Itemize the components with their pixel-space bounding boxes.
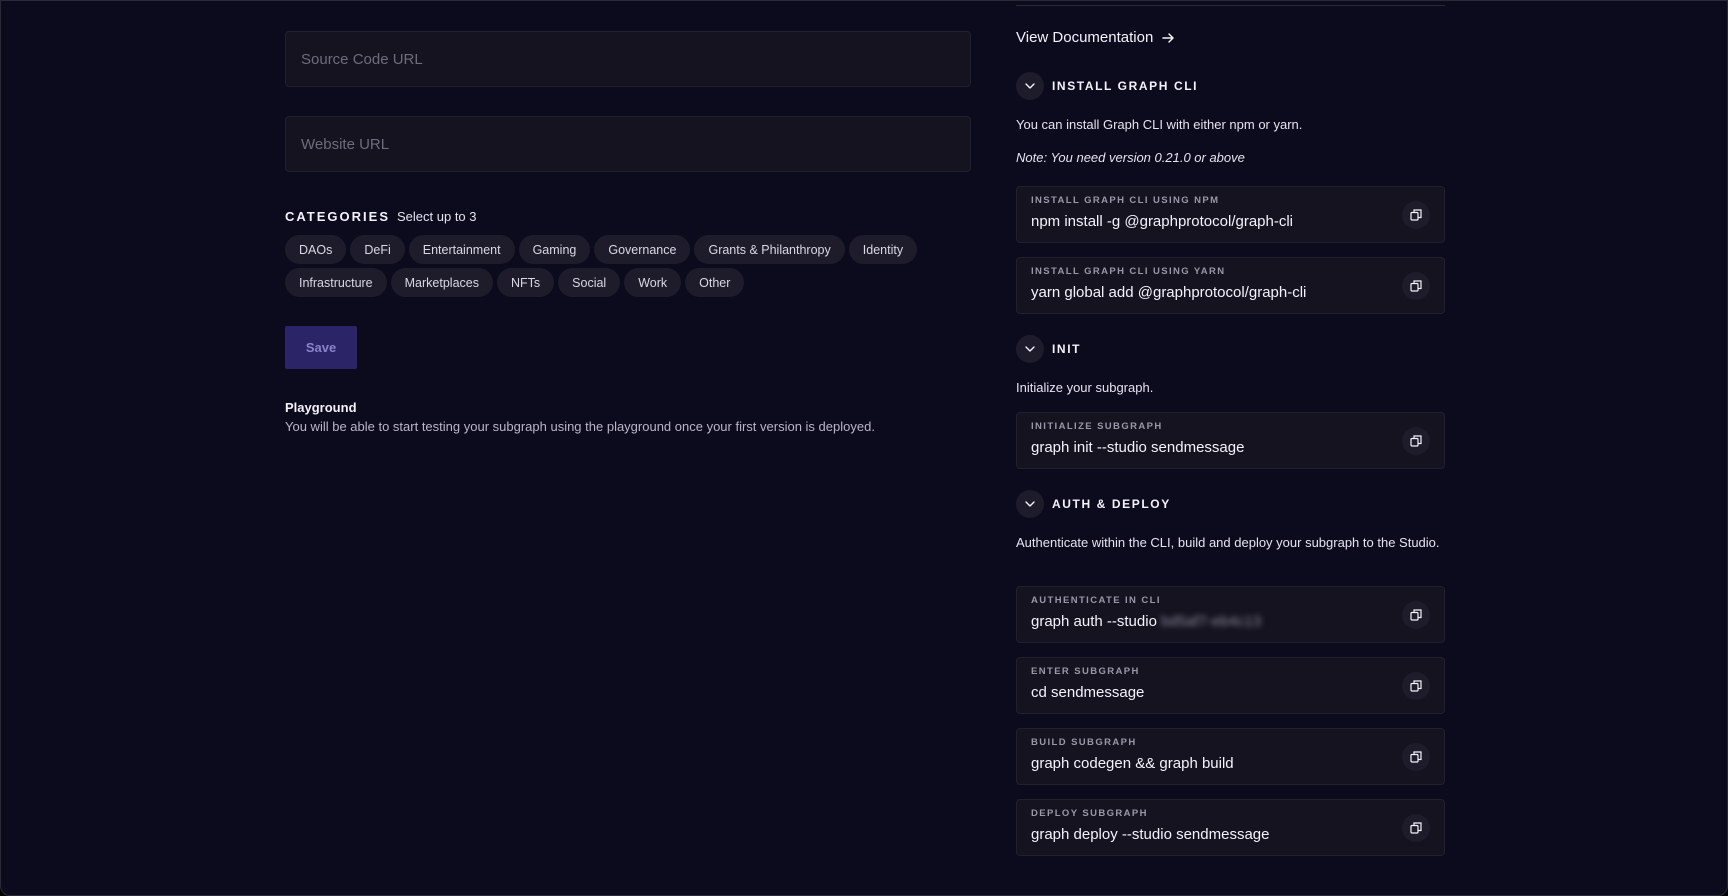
- category-chip-identity[interactable]: Identity: [848, 235, 918, 264]
- command-box-build: BUILD SUBGRAPH graph codegen && graph bu…: [1016, 728, 1445, 785]
- divider: [1016, 5, 1445, 6]
- copy-icon: [1410, 751, 1422, 763]
- install-version-note: Note: You need version 0.21.0 or above: [1016, 150, 1245, 165]
- arrow-right-icon: [1162, 32, 1175, 43]
- app-window: CATEGORIES Select up to 3 DAOs DeFi Ente…: [0, 0, 1728, 896]
- chevron-down-icon: [1025, 83, 1035, 89]
- install-description: You can install Graph CLI with either np…: [1016, 117, 1303, 132]
- category-chip-gaming[interactable]: Gaming: [518, 235, 591, 264]
- view-documentation-label: View Documentation: [1016, 29, 1154, 46]
- deploy-key-redacted: bd5af7-eb4c13: [1161, 613, 1262, 630]
- view-documentation-link[interactable]: View Documentation: [1016, 29, 1175, 46]
- copy-icon: [1410, 822, 1422, 834]
- categories-hint: Select up to 3: [397, 209, 477, 224]
- command-box-auth: AUTHENTICATE IN CLI graph auth --studio …: [1016, 586, 1445, 643]
- copy-icon: [1410, 280, 1422, 292]
- section-title: AUTH & DEPLOY: [1052, 497, 1171, 511]
- command-label: BUILD SUBGRAPH: [1031, 737, 1137, 748]
- copy-button[interactable]: [1402, 201, 1430, 229]
- category-chip-entertainment[interactable]: Entertainment: [408, 235, 515, 264]
- command-box-npm: INSTALL GRAPH CLI USING NPM npm install …: [1016, 186, 1445, 243]
- section-init: INIT: [1016, 335, 1081, 363]
- collapse-init-button[interactable]: [1016, 335, 1044, 363]
- website-url-input[interactable]: [301, 117, 955, 171]
- command-label: ENTER SUBGRAPH: [1031, 666, 1140, 677]
- command-text: graph auth --studio bd5af7-eb4c13: [1031, 613, 1261, 630]
- command-box-yarn: INSTALL GRAPH CLI USING YARN yarn global…: [1016, 257, 1445, 314]
- collapse-install-button[interactable]: [1016, 72, 1044, 100]
- source-code-url-field[interactable]: [285, 31, 971, 87]
- command-label: DEPLOY SUBGRAPH: [1031, 808, 1148, 819]
- auth-command: graph auth --studio: [1031, 613, 1157, 630]
- category-chip-grants-philanthropy[interactable]: Grants & Philanthropy: [694, 235, 845, 264]
- categories-title: CATEGORIES: [285, 209, 390, 224]
- category-chip-defi[interactable]: DeFi: [350, 235, 405, 264]
- copy-button[interactable]: [1402, 814, 1430, 842]
- website-url-field[interactable]: [285, 116, 971, 172]
- copy-button[interactable]: [1402, 427, 1430, 455]
- copy-icon: [1410, 435, 1422, 447]
- category-chip-nfts[interactable]: NFTs: [496, 268, 555, 297]
- section-title: INSTALL GRAPH CLI: [1052, 79, 1199, 93]
- copy-icon: [1410, 209, 1422, 221]
- category-chip-governance[interactable]: Governance: [594, 235, 691, 264]
- chevron-down-icon: [1025, 501, 1035, 507]
- deploy-description: Authenticate within the CLI, build and d…: [1016, 535, 1440, 550]
- category-chip-marketplaces[interactable]: Marketplaces: [390, 268, 493, 297]
- command-label: AUTHENTICATE IN CLI: [1031, 595, 1161, 606]
- command-label: INITIALIZE SUBGRAPH: [1031, 421, 1163, 432]
- section-title: INIT: [1052, 342, 1082, 356]
- command-text: graph init --studio sendmessage: [1031, 439, 1245, 456]
- command-box-deploy: DEPLOY SUBGRAPH graph deploy --studio se…: [1016, 799, 1445, 856]
- categories-header: CATEGORIES Select up to 3: [285, 209, 477, 224]
- command-label: INSTALL GRAPH CLI USING NPM: [1031, 195, 1220, 206]
- command-label: INSTALL GRAPH CLI USING YARN: [1031, 266, 1226, 277]
- command-text: graph codegen && graph build: [1031, 755, 1234, 772]
- chevron-down-icon: [1025, 346, 1035, 352]
- playground-description: You will be able to start testing your s…: [285, 419, 875, 434]
- section-auth-deploy: AUTH & DEPLOY: [1016, 490, 1171, 518]
- save-button[interactable]: Save: [285, 326, 357, 369]
- category-chip-daos[interactable]: DAOs: [285, 235, 347, 264]
- init-description: Initialize your subgraph.: [1016, 380, 1154, 395]
- playground-title: Playground: [285, 400, 357, 415]
- command-box-init: INITIALIZE SUBGRAPH graph init --studio …: [1016, 412, 1445, 469]
- copy-button[interactable]: [1402, 272, 1430, 300]
- command-text: npm install -g @graphprotocol/graph-cli: [1031, 213, 1294, 230]
- command-text: graph deploy --studio sendmessage: [1031, 826, 1270, 843]
- category-chip-other[interactable]: Other: [685, 268, 745, 297]
- category-chips: DAOs DeFi Entertainment Gaming Governanc…: [285, 235, 971, 297]
- category-chip-social[interactable]: Social: [558, 268, 621, 297]
- copy-icon: [1410, 680, 1422, 692]
- copy-button[interactable]: [1402, 672, 1430, 700]
- copy-icon: [1410, 609, 1422, 621]
- command-box-enter: ENTER SUBGRAPH cd sendmessage: [1016, 657, 1445, 714]
- source-code-url-input[interactable]: [301, 32, 955, 86]
- category-chip-infrastructure[interactable]: Infrastructure: [285, 268, 387, 297]
- collapse-deploy-button[interactable]: [1016, 490, 1044, 518]
- section-install-graph-cli: INSTALL GRAPH CLI: [1016, 72, 1198, 100]
- category-chip-work[interactable]: Work: [624, 268, 682, 297]
- command-text: yarn global add @graphprotocol/graph-cli: [1031, 284, 1307, 301]
- copy-button[interactable]: [1402, 601, 1430, 629]
- command-text: cd sendmessage: [1031, 684, 1145, 701]
- copy-button[interactable]: [1402, 743, 1430, 771]
